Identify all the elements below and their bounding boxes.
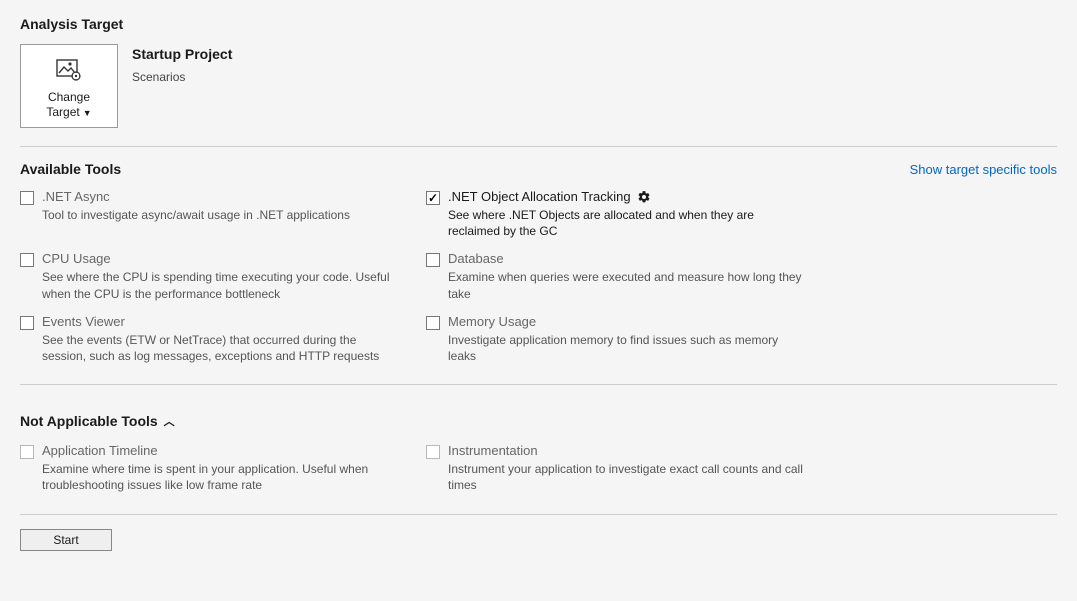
tool-checkbox[interactable] bbox=[426, 191, 440, 205]
tool-name: Instrumentation bbox=[448, 443, 806, 458]
tool-item: .NET Object Allocation Tracking See where… bbox=[426, 189, 806, 239]
tool-checkbox-disabled bbox=[426, 445, 440, 459]
tool-description: See where the CPU is spending time execu… bbox=[42, 269, 400, 301]
tool-description: Instrument your application to investiga… bbox=[448, 461, 806, 493]
tool-name: Application Timeline bbox=[42, 443, 400, 458]
tool-checkbox-disabled bbox=[20, 445, 34, 459]
tool-checkbox[interactable] bbox=[20, 253, 34, 267]
tool-name: CPU Usage bbox=[42, 251, 111, 266]
available-tools-heading: Available Tools bbox=[20, 161, 121, 177]
tool-item: Events Viewer See the events (ETW or NetT… bbox=[20, 314, 400, 364]
image-picker-icon bbox=[56, 59, 82, 84]
not-applicable-tools-label: Not Applicable Tools bbox=[20, 413, 158, 429]
tool-name: Memory Usage bbox=[448, 314, 536, 329]
gear-icon[interactable] bbox=[637, 190, 651, 204]
tool-name: Database bbox=[448, 251, 504, 266]
change-target-label-2: Target bbox=[46, 105, 79, 119]
tool-item: .NET Async Tool to investigate async/awai… bbox=[20, 189, 400, 239]
tool-checkbox[interactable] bbox=[20, 191, 34, 205]
analysis-target-heading: Analysis Target bbox=[20, 16, 1057, 32]
caret-down-icon: ▼ bbox=[83, 108, 92, 118]
divider bbox=[20, 384, 1057, 385]
tool-name: Events Viewer bbox=[42, 314, 125, 329]
chevron-up-icon: ︿ bbox=[164, 413, 175, 429]
project-subtitle: Scenarios bbox=[132, 70, 232, 84]
tool-checkbox[interactable] bbox=[426, 253, 440, 267]
tool-description: Tool to investigate async/await usage in… bbox=[42, 207, 400, 223]
divider bbox=[20, 514, 1057, 515]
tool-description: Investigate application memory to find i… bbox=[448, 332, 806, 364]
not-applicable-tools-toggle[interactable]: Not Applicable Tools ︿ bbox=[20, 413, 175, 429]
tool-item: Application Timeline Examine where time i… bbox=[20, 443, 400, 493]
tool-name: .NET Object Allocation Tracking bbox=[448, 189, 631, 204]
tool-description: See where .NET Objects are allocated and… bbox=[448, 207, 806, 239]
tool-name: .NET Async bbox=[42, 189, 110, 204]
change-target-button[interactable]: Change Target ▼ bbox=[20, 44, 118, 128]
tool-description: See the events (ETW or NetTrace) that oc… bbox=[42, 332, 400, 364]
divider bbox=[20, 146, 1057, 147]
tool-description: Examine where time is spent in your appl… bbox=[42, 461, 400, 493]
tool-item: CPU Usage See where the CPU is spending t… bbox=[20, 251, 400, 301]
project-title: Startup Project bbox=[132, 46, 232, 62]
tool-checkbox[interactable] bbox=[426, 316, 440, 330]
show-target-specific-tools-link[interactable]: Show target specific tools bbox=[910, 162, 1057, 177]
change-target-label-1: Change bbox=[48, 90, 90, 104]
tool-checkbox[interactable] bbox=[20, 316, 34, 330]
tool-item: Instrumentation Instrument your applicati… bbox=[426, 443, 806, 493]
tool-item: Database Examine when queries were execut… bbox=[426, 251, 806, 301]
tool-description: Examine when queries were executed and m… bbox=[448, 269, 806, 301]
tool-item: Memory Usage Investigate application memo… bbox=[426, 314, 806, 364]
start-button[interactable]: Start bbox=[20, 529, 112, 551]
